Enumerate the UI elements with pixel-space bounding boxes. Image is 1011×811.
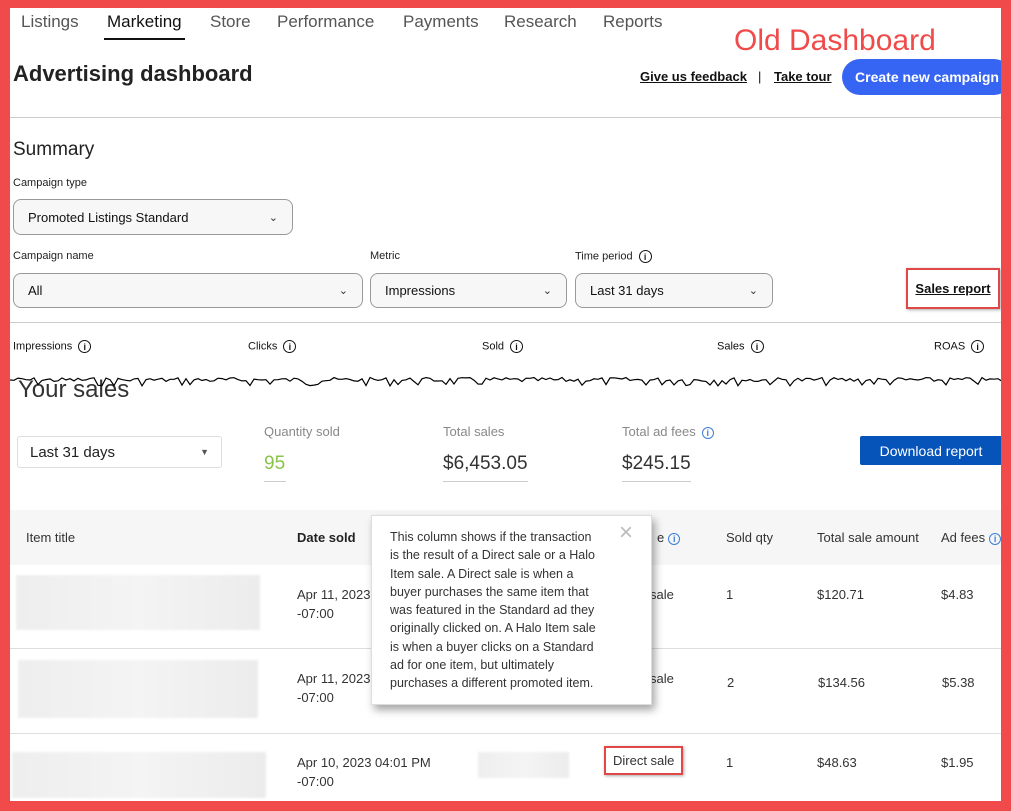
info-icon[interactable]: i [989,532,1002,545]
campaign-name-value: All [28,283,43,298]
col-ad-fees: Ad fees i [941,530,1002,545]
row1-amount: $120.71 [817,587,864,602]
blurred-cell [478,752,569,778]
row1-sale-type: sale [650,587,674,602]
feedback-link[interactable]: Give us feedback [640,69,747,84]
metric-clicks: Clicks i [248,340,297,353]
row2-amount: $134.56 [818,675,865,690]
quantity-value: 95 [264,453,286,482]
tab-research[interactable]: Research [504,12,577,32]
chevron-down-icon: ⌄ [268,211,278,224]
row3-date: Apr 10, 2023 04:01 PM -07:00 [297,755,431,789]
row2-sale-type: sale [650,671,674,686]
campaign-type-label: Campaign type [13,177,87,189]
row2-qty: 2 [727,675,735,690]
row-divider [10,733,1001,734]
caret-down-icon: ▼ [200,447,209,457]
tab-performance[interactable]: Performance [277,12,374,32]
info-icon[interactable]: i [971,340,985,353]
row1-fees: $4.83 [941,587,974,602]
item-thumbnail-blurred [18,660,258,718]
row3-sale-type-highlight: Direct sale [604,746,684,775]
link-separator: | [758,69,762,84]
item-thumbnail-blurred [16,575,260,630]
info-icon[interactable]: i [78,340,92,353]
info-icon[interactable]: i [510,340,524,353]
campaign-type-value: Promoted Listings Standard [28,209,189,225]
sale-type-tooltip: This column shows if the transaction is … [371,515,652,705]
sales-period-value: Last 31 days [30,443,116,461]
chevron-down-icon: ⌄ [338,285,348,297]
row1-date: Apr 11, 2023 -07:00 [297,587,371,621]
info-icon[interactable]: i [283,340,297,353]
metric-sold: Sold i [482,340,524,353]
row2-fees: $5.38 [942,675,975,690]
create-campaign-button[interactable]: Create new campaign [842,59,1011,95]
metric-impressions: Impressions i [13,340,92,353]
take-tour-link[interactable]: Take tour [774,69,832,84]
total-sales-value: $6,453.05 [443,453,528,482]
info-icon[interactable]: i [638,250,652,263]
row3-qty: 1 [726,755,734,770]
row3-fees: $1.95 [941,755,974,770]
ad-fees-label: Total ad fees i [622,424,714,439]
info-icon[interactable]: i [668,532,681,545]
tab-store[interactable]: Store [210,12,251,32]
sales-period-select[interactable]: Last 31 days ▼ [17,436,222,468]
tab-reports[interactable]: Reports [603,12,663,32]
divider [10,322,1001,323]
row1-qty: 1 [726,587,734,602]
info-icon[interactable]: i [701,426,714,439]
sales-report-link[interactable]: Sales report [915,281,990,296]
tab-marketing[interactable]: Marketing [104,12,185,40]
campaign-name-label: Campaign name [13,250,94,262]
tab-listings[interactable]: Listings [21,12,79,32]
col-item-title: Item title [26,530,76,545]
col-total-sale-amount: Total sale amount [817,530,919,545]
campaign-type-select[interactable]: Promoted Listings Standard ⌄ [13,199,293,235]
divider [10,117,1001,118]
time-period-select[interactable]: Last 31 days ⌄ [575,273,773,308]
metric-label: Metric [370,250,400,262]
total-sales-label: Total sales [443,424,505,439]
page-title: Advertising dashboard [13,61,253,86]
download-report-button[interactable]: Download report [860,436,1002,465]
ad-fees-value: $245.15 [622,453,691,482]
torn-edge-line [10,376,1002,388]
metric-sales: Sales i [717,340,764,353]
chevron-down-icon: ⌄ [748,285,758,297]
metric-value: Impressions [385,283,456,298]
col-sold-qty: Sold qty [726,530,773,545]
col-date-sold[interactable]: Date sold [297,530,356,545]
sales-report-highlight: Sales report [906,268,1000,309]
close-icon[interactable]: × [619,521,633,545]
row2-date: Apr 11, 2023 -07:00 [297,671,371,705]
campaign-name-select[interactable]: All ⌄ [13,273,363,308]
info-icon[interactable]: i [750,340,764,353]
item-thumbnail-blurred [12,752,266,798]
metric-select[interactable]: Impressions ⌄ [370,273,567,308]
row3-amount: $48.63 [817,755,857,770]
quantity-label: Quantity sold [264,424,340,439]
summary-title: Summary [13,139,95,160]
col-sale-type: ei [657,530,681,545]
time-period-label: Time period i [575,250,652,263]
metric-roas: ROAS i [934,340,985,353]
time-period-value: Last 31 days [590,283,664,298]
tab-payments[interactable]: Payments [403,12,479,32]
tooltip-text: This column shows if the transaction is … [390,530,596,691]
old-dashboard-annotation: Old Dashboard [734,24,936,57]
chevron-down-icon: ⌄ [542,285,552,297]
